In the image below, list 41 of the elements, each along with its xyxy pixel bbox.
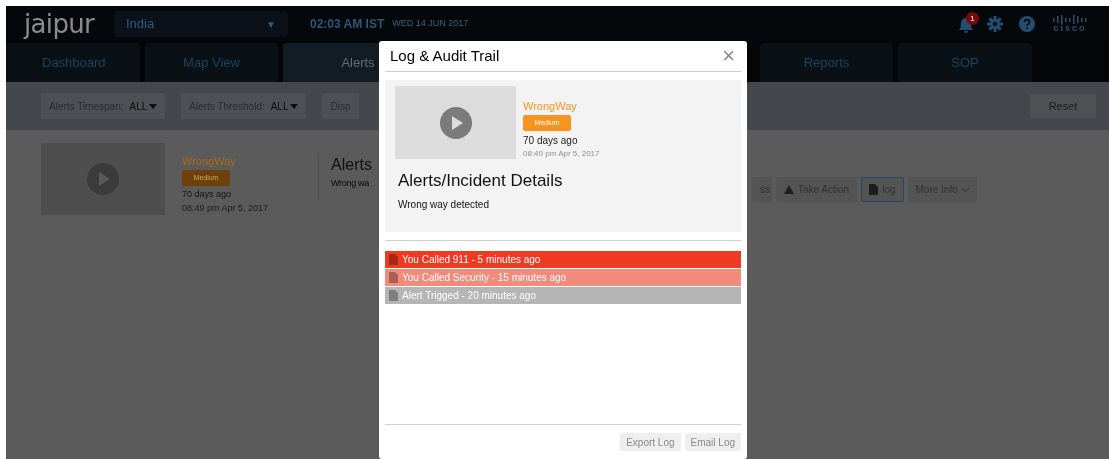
- log-entry: You Called 911 - 5 minutes ago: [385, 251, 741, 268]
- brand-text: cisco: [1053, 24, 1087, 33]
- alert-age: 70 days ago: [523, 134, 578, 148]
- notification-badge: 1: [966, 12, 979, 25]
- help-icon[interactable]: [1019, 16, 1035, 32]
- alert-name: WrongWay: [523, 99, 577, 114]
- notification-button[interactable]: 1: [959, 14, 977, 34]
- details-text: Wrong way detected: [398, 197, 490, 212]
- alert-name: WrongWay: [182, 154, 236, 169]
- nav-tab[interactable]: SOP: [898, 43, 1032, 82]
- settings-icon[interactable]: [987, 16, 1003, 32]
- cisco-bars-icon: [1053, 15, 1087, 24]
- alert-description: Wrong wa: [331, 177, 370, 190]
- caret-icon: [290, 103, 299, 109]
- current-date: WED 14 JUN 2017: [392, 17, 469, 31]
- chevron-down-icon: [961, 187, 969, 192]
- footer-button[interactable]: Export Log: [620, 433, 681, 451]
- country-select[interactable]: India ▼: [114, 11, 288, 37]
- warning-icon: [784, 185, 794, 194]
- alert-title: Alerts: [331, 155, 372, 175]
- log-entry: Alert Trigged - 20 minutes ago: [385, 287, 741, 304]
- alert-age: 70 days ago: [182, 188, 232, 201]
- document-icon: [389, 254, 398, 265]
- document-icon: [389, 272, 398, 283]
- footer-button[interactable]: Email Log: [684, 433, 741, 451]
- logo-text: jaipur: [24, 11, 96, 37]
- log-entry: You Called Security - 15 minutes ago: [385, 269, 741, 286]
- caret-icon: [149, 103, 158, 109]
- nav-tab[interactable]: Reports: [760, 43, 893, 82]
- close-button[interactable]: ×: [722, 45, 735, 67]
- video-thumbnail[interactable]: [41, 143, 165, 215]
- play-icon: [87, 163, 119, 195]
- current-time: 02:03 AM IST: [310, 16, 385, 33]
- alert-timestamp: 08:49 pm Apr 5, 2017: [523, 148, 600, 160]
- details-heading: Alerts/Incident Details: [398, 170, 564, 192]
- document-icon: [869, 184, 879, 195]
- video-thumbnail[interactable]: [395, 86, 516, 159]
- document-icon: [389, 290, 398, 301]
- play-icon: [439, 106, 472, 139]
- nav-tab[interactable]: Dashboard: [6, 43, 140, 82]
- nav-tab[interactable]: Map View: [145, 43, 278, 82]
